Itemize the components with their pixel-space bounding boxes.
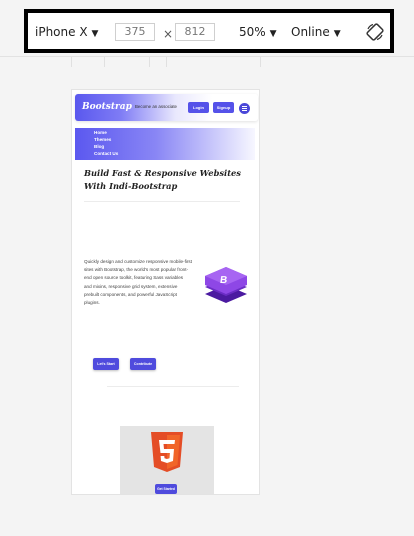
- device-select[interactable]: iPhone X ▼: [35, 25, 98, 39]
- svg-text:B: B: [219, 275, 228, 286]
- width-input[interactable]: 375: [115, 23, 155, 41]
- site-navbar: Bootstrap Become an associate Login Sign…: [75, 94, 258, 121]
- ruler-tick: [104, 57, 105, 67]
- ruler-tick: [149, 57, 150, 67]
- hero-headline: Build Fast & Responsive Websites With In…: [84, 168, 241, 191]
- menu-item-home[interactable]: Home: [94, 130, 107, 135]
- caret-down-icon: ▼: [333, 29, 341, 39]
- ruler-tick: [71, 57, 72, 67]
- device-viewport[interactable]: Bootstrap Become an associate Login Sign…: [71, 89, 260, 495]
- associate-link[interactable]: Become an associate: [135, 104, 177, 109]
- zoom-select[interactable]: 50% ▼: [239, 25, 277, 39]
- ruler: [0, 56, 414, 57]
- contribute-button[interactable]: Contribute: [130, 358, 156, 370]
- menu-item-themes[interactable]: Themes: [94, 137, 111, 142]
- login-button[interactable]: Login: [188, 102, 209, 113]
- menu-item-contact[interactable]: Contact Us: [94, 151, 118, 156]
- ruler-tick: [166, 57, 167, 67]
- lets-start-button[interactable]: Let's Start: [93, 358, 119, 370]
- ruler-tick: [260, 57, 261, 67]
- height-input[interactable]: 812: [175, 23, 215, 41]
- menu-toggle-icon[interactable]: [239, 103, 250, 114]
- divider: [84, 201, 240, 202]
- menu-item-blog[interactable]: Blog: [94, 144, 104, 149]
- rotate-icon[interactable]: [365, 22, 385, 42]
- html5-icon: [151, 432, 183, 472]
- network-select-label: Online: [291, 25, 330, 39]
- zoom-select-label: 50%: [239, 25, 266, 39]
- signup-button[interactable]: Signup: [213, 102, 234, 113]
- dimension-separator: ×: [163, 27, 174, 41]
- divider: [107, 386, 239, 387]
- nav-menu: Home Themes Blog Contact Us: [75, 128, 255, 160]
- caret-down-icon: ▼: [91, 29, 99, 39]
- device-select-label: iPhone X: [35, 25, 88, 39]
- caret-down-icon: ▼: [269, 29, 277, 39]
- get-started-button[interactable]: Get Started: [155, 484, 177, 494]
- device-toolbar: iPhone X ▼ 375 × 812 50% ▼ Online ▼: [24, 9, 394, 53]
- bootstrap-logo-icon: B: [205, 267, 247, 303]
- feature-card: Get Started: [120, 426, 214, 494]
- site-brand[interactable]: Bootstrap: [82, 102, 132, 112]
- network-throttle-select[interactable]: Online ▼: [291, 25, 341, 39]
- hero-description: Quickly design and customize responsive …: [84, 259, 192, 306]
